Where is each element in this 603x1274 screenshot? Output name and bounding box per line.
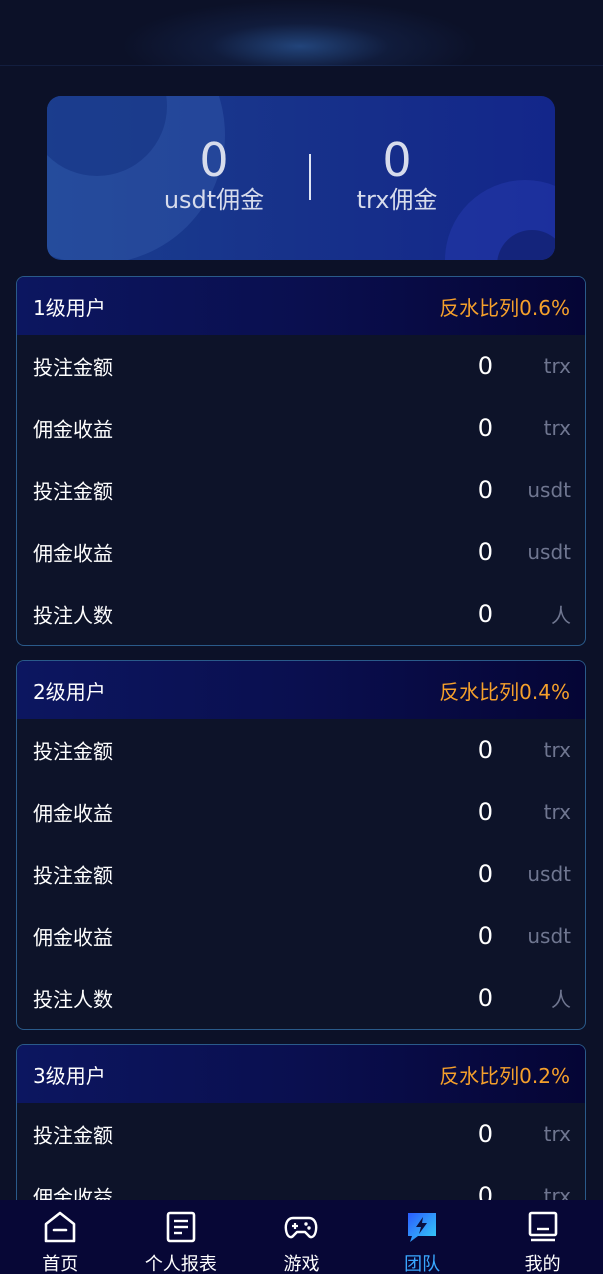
stat-unit: usdt bbox=[527, 924, 571, 948]
stat-row: 投注金额 0 trx bbox=[17, 1103, 585, 1165]
stat-row: 投注人数 0 人 bbox=[17, 583, 585, 645]
stat-unit: 人 bbox=[551, 603, 571, 628]
profile-monitor-icon bbox=[525, 1209, 561, 1245]
commission-summary-card: 0 usdt佣金 0 trx佣金 bbox=[47, 96, 555, 260]
tab-team[interactable]: 团队 bbox=[362, 1200, 483, 1274]
level-title: 3级用户 bbox=[33, 1063, 106, 1088]
bottom-tab-bar: 首页 个人报表 游戏 团队 我的 bbox=[0, 1200, 603, 1274]
stat-label: 佣金收益 bbox=[33, 801, 113, 826]
tab-label: 我的 bbox=[524, 1254, 561, 1274]
tab-games[interactable]: 游戏 bbox=[241, 1200, 362, 1274]
stat-label: 投注金额 bbox=[33, 355, 113, 380]
team-bolt-icon bbox=[404, 1209, 440, 1245]
stat-row: 投注金额 0 trx bbox=[17, 335, 585, 397]
level-header: 2级用户 反水比列0.4% bbox=[17, 661, 585, 719]
level-title: 2级用户 bbox=[33, 679, 106, 704]
stat-value: 0 bbox=[477, 860, 493, 888]
stat-label: 佣金收益 bbox=[33, 925, 113, 950]
stat-value: 0 bbox=[477, 736, 493, 764]
trx-commission-value: 0 bbox=[382, 133, 412, 187]
stat-label: 投注人数 bbox=[33, 987, 113, 1012]
stat-row: 佣金收益 0 usdt bbox=[17, 521, 585, 583]
level-1-section: 1级用户 反水比列0.6% 投注金额 0 trx 佣金收益 0 trx 投注金额… bbox=[16, 276, 586, 646]
stat-unit: trx bbox=[543, 738, 571, 762]
tab-home[interactable]: 首页 bbox=[0, 1200, 121, 1274]
stat-value: 0 bbox=[477, 476, 493, 504]
stat-unit: trx bbox=[543, 1122, 571, 1146]
tab-label: 团队 bbox=[404, 1254, 441, 1274]
stat-label: 投注金额 bbox=[33, 739, 113, 764]
stat-row: 佣金收益 0 usdt bbox=[17, 905, 585, 967]
team-page: 0 usdt佣金 0 trx佣金 1级用户 反水比列0.6% 投注金额 0 tr… bbox=[0, 0, 603, 1274]
usdt-commission-value: 0 bbox=[199, 133, 229, 187]
stat-unit: usdt bbox=[527, 540, 571, 564]
stat-value: 0 bbox=[477, 352, 493, 380]
stat-unit: 人 bbox=[551, 987, 571, 1012]
stat-unit: usdt bbox=[527, 478, 571, 502]
stat-label: 佣金收益 bbox=[33, 417, 113, 442]
header-divider bbox=[0, 65, 603, 66]
tab-mine[interactable]: 我的 bbox=[482, 1200, 603, 1274]
home-icon bbox=[42, 1209, 78, 1245]
gamepad-icon bbox=[283, 1209, 319, 1245]
stat-value: 0 bbox=[477, 1120, 493, 1148]
stat-label: 投注金额 bbox=[33, 1123, 113, 1148]
stat-row: 佣金收益 0 trx bbox=[17, 781, 585, 843]
tab-label: 游戏 bbox=[283, 1254, 320, 1274]
usdt-commission-label: usdt佣金 bbox=[163, 186, 265, 214]
stat-row: 投注金额 0 trx bbox=[17, 719, 585, 781]
stat-value: 0 bbox=[477, 538, 493, 566]
stat-value: 0 bbox=[477, 600, 493, 628]
stat-unit: usdt bbox=[527, 862, 571, 886]
level-title: 1级用户 bbox=[33, 295, 106, 320]
rebate-ratio: 反水比列0.2% bbox=[439, 1063, 570, 1088]
stat-row: 投注人数 0 人 bbox=[17, 967, 585, 1029]
rebate-ratio: 反水比列0.6% bbox=[439, 295, 570, 320]
level-header: 1级用户 反水比列0.6% bbox=[17, 277, 585, 335]
level-2-section: 2级用户 反水比列0.4% 投注金额 0 trx 佣金收益 0 trx 投注金额… bbox=[16, 660, 586, 1030]
stat-row: 投注金额 0 usdt bbox=[17, 459, 585, 521]
report-icon bbox=[163, 1209, 199, 1245]
usdt-commission: 0 usdt佣金 bbox=[124, 132, 304, 216]
level-header: 3级用户 反水比列0.2% bbox=[17, 1045, 585, 1103]
stat-unit: trx bbox=[543, 354, 571, 378]
stat-row: 佣金收益 0 trx bbox=[17, 397, 585, 459]
top-glow bbox=[120, 0, 480, 66]
stat-label: 投注金额 bbox=[33, 863, 113, 888]
stat-value: 0 bbox=[477, 922, 493, 950]
stat-value: 0 bbox=[477, 984, 493, 1012]
stat-label: 投注金额 bbox=[33, 479, 113, 504]
stat-label: 佣金收益 bbox=[33, 541, 113, 566]
stat-label: 投注人数 bbox=[33, 603, 113, 628]
trx-commission-label: trx佣金 bbox=[356, 186, 438, 214]
stat-value: 0 bbox=[477, 414, 493, 442]
stat-unit: trx bbox=[543, 800, 571, 824]
tab-label: 首页 bbox=[42, 1254, 79, 1274]
trx-commission: 0 trx佣金 bbox=[307, 132, 487, 216]
stat-row: 投注金额 0 usdt bbox=[17, 843, 585, 905]
stat-unit: trx bbox=[543, 416, 571, 440]
tab-report[interactable]: 个人报表 bbox=[121, 1200, 242, 1274]
rebate-ratio: 反水比列0.4% bbox=[439, 679, 570, 704]
tab-label: 个人报表 bbox=[144, 1254, 217, 1274]
stat-value: 0 bbox=[477, 798, 493, 826]
